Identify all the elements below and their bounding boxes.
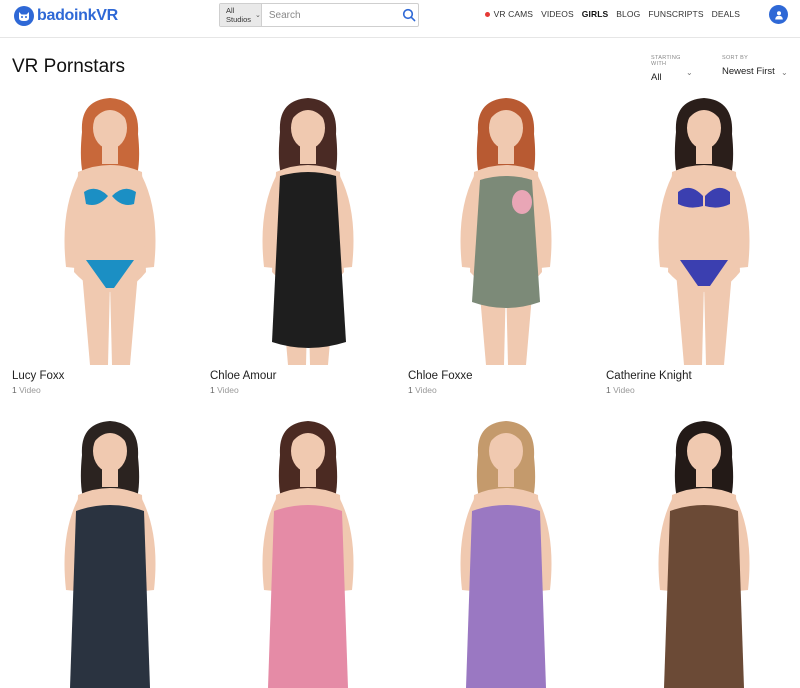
search-input[interactable] bbox=[261, 4, 401, 26]
model-figure bbox=[658, 98, 750, 365]
model-photo[interactable] bbox=[210, 92, 405, 365]
model-figure bbox=[64, 421, 156, 688]
model-photo[interactable] bbox=[12, 92, 207, 365]
nav-deals[interactable]: DEALS bbox=[712, 9, 740, 19]
sort-by-filter[interactable]: SORT BY Newest First ⌄ bbox=[722, 55, 790, 77]
main-nav: VR CAMS VIDEOS GIRLS BLOG FUNSCRIPTS DEA… bbox=[477, 9, 740, 19]
video-count: 1 Video bbox=[12, 385, 41, 395]
search-button[interactable] bbox=[401, 4, 418, 26]
nav-funscripts[interactable]: FUNSCRIPTS bbox=[648, 9, 703, 19]
nav-videos[interactable]: VIDEOS bbox=[541, 9, 574, 19]
page-title: VR Pornstars bbox=[12, 56, 125, 77]
top-navigation-bar: badoinkVR All Studios ⌄ VR CAMS VIDEOS G… bbox=[0, 0, 800, 38]
chevron-down-icon: ⌄ bbox=[255, 12, 261, 19]
studio-select[interactable]: All Studios ⌄ bbox=[220, 4, 262, 26]
logo-suffix: VR bbox=[96, 7, 118, 24]
search-icon bbox=[403, 8, 416, 22]
sort-by-label: SORT BY bbox=[722, 55, 749, 61]
model-photo[interactable] bbox=[606, 415, 800, 688]
studio-select-value: All Studios bbox=[226, 6, 252, 24]
nav-blog[interactable]: BLOG bbox=[616, 9, 640, 19]
search-bar: All Studios ⌄ bbox=[219, 3, 419, 27]
video-count-label: Video bbox=[415, 385, 437, 395]
user-account-button[interactable] bbox=[769, 5, 788, 24]
user-icon bbox=[774, 10, 783, 19]
video-count-label: Video bbox=[613, 385, 635, 395]
logo-wordmark: badoinkVR bbox=[37, 7, 118, 25]
model-figure bbox=[460, 98, 552, 365]
video-count: 1 Video bbox=[210, 385, 239, 395]
model-photo[interactable] bbox=[210, 415, 405, 688]
cat-logo-icon bbox=[14, 6, 34, 26]
model-figure bbox=[64, 98, 156, 365]
model-figure bbox=[460, 421, 552, 688]
video-count: 1 Video bbox=[408, 385, 437, 395]
starting-with-value: All bbox=[651, 72, 662, 83]
video-count: 1 Video bbox=[606, 385, 635, 395]
starting-with-filter[interactable]: STARTING WITH All ⌄ bbox=[651, 55, 695, 83]
video-count-number: 1 bbox=[606, 385, 611, 395]
model-photo[interactable] bbox=[408, 92, 603, 365]
model-figure bbox=[658, 421, 750, 688]
model-photo[interactable] bbox=[606, 92, 800, 365]
live-dot-icon bbox=[484, 12, 490, 18]
nav-girls[interactable]: GIRLS bbox=[582, 9, 608, 19]
model-name[interactable]: Chloe Foxxe bbox=[408, 370, 473, 382]
chevron-down-icon: ⌄ bbox=[781, 68, 788, 77]
model-figure bbox=[262, 98, 354, 365]
site-logo[interactable]: badoinkVR bbox=[14, 5, 118, 27]
model-name[interactable]: Catherine Knight bbox=[606, 370, 692, 382]
nav-vr-cams[interactable]: VR CAMS bbox=[484, 9, 534, 19]
video-count-number: 1 bbox=[408, 385, 413, 395]
model-photo[interactable] bbox=[408, 415, 603, 688]
model-name[interactable]: Lucy Foxx bbox=[12, 370, 64, 382]
sort-by-value: Newest First bbox=[722, 66, 775, 77]
model-figure bbox=[262, 421, 354, 688]
logo-text: badoink bbox=[37, 7, 97, 24]
starting-with-label: STARTING WITH bbox=[651, 55, 681, 67]
video-count-label: Video bbox=[217, 385, 239, 395]
video-count-label: Video bbox=[19, 385, 41, 395]
video-count-number: 1 bbox=[210, 385, 215, 395]
video-count-number: 1 bbox=[12, 385, 17, 395]
chevron-down-icon: ⌄ bbox=[686, 68, 693, 77]
nav-vr-cams-label: VR CAMS bbox=[493, 9, 534, 19]
model-name[interactable]: Chloe Amour bbox=[210, 370, 276, 382]
model-photo[interactable] bbox=[12, 415, 207, 688]
